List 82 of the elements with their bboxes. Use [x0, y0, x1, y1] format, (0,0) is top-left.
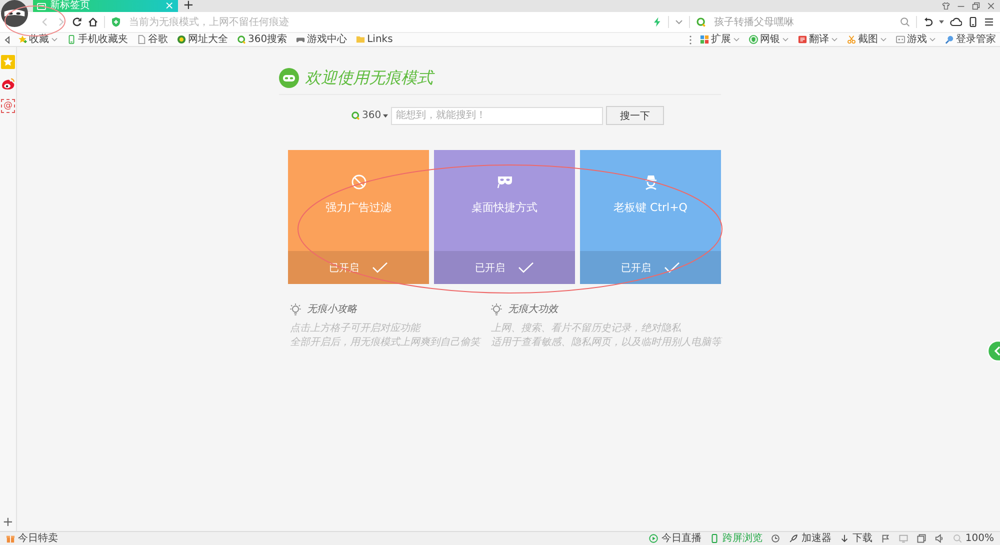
lightbulb-icon: [491, 302, 502, 316]
restore-icon[interactable]: [972, 2, 980, 10]
circle-logo-icon: [177, 35, 186, 44]
tip-heading: 无痕大功效: [508, 302, 558, 316]
phone-icon: [67, 35, 76, 44]
tip-text: 上网、搜索、看片不留历史记录，绝对隐私: [491, 322, 682, 336]
bookmark-item[interactable]: 谷歌: [137, 33, 168, 46]
grid-icon: [700, 35, 709, 44]
refresh-icon[interactable]: [72, 17, 82, 27]
hat-person-icon: [642, 174, 658, 190]
status-item[interactable]: 下载: [840, 532, 872, 545]
caret-icon[interactable]: [939, 20, 944, 24]
new-tab-button[interactable]: +: [178, 0, 199, 12]
zoom-icon: [953, 534, 962, 543]
scissors-icon: [847, 35, 856, 44]
star-icon: [18, 35, 27, 44]
shirt-icon[interactable]: [942, 2, 950, 10]
search-input[interactable]: 能想到，就能搜到！: [391, 106, 604, 124]
ring-icon: [696, 17, 706, 27]
bookmark-item[interactable]: 游戏中心: [296, 33, 348, 46]
menu-icon[interactable]: [984, 17, 994, 27]
rocket-icon: [789, 534, 798, 543]
toolbar-tool[interactable]: 游戏: [896, 33, 936, 46]
speaker-icon[interactable]: [935, 534, 944, 543]
add-button[interactable]: +: [2, 516, 14, 529]
download-icon: [840, 534, 850, 543]
document-icon: [137, 35, 146, 44]
collapse-icon[interactable]: [4, 36, 10, 44]
game-box-icon: [896, 35, 905, 44]
phone-icon: [710, 534, 720, 543]
mask-logo-icon: [279, 68, 299, 88]
bookmark-item[interactable]: 360搜索: [237, 33, 288, 46]
star-icon[interactable]: [1, 55, 15, 69]
ring-icon: [237, 35, 246, 44]
status-label: 已开启: [621, 262, 651, 274]
toolbar-tool[interactable]: 截图: [847, 33, 887, 46]
mask-icon: [496, 174, 512, 190]
toolbar-tool[interactable]: 登录管家: [945, 33, 996, 46]
lightbulb-icon: [290, 302, 301, 316]
folder-icon: [356, 35, 366, 44]
bookmark-item[interactable]: 手机收藏夹: [67, 33, 128, 46]
status-item[interactable]: 加速器: [789, 532, 832, 545]
status-label: 已开启: [475, 262, 505, 274]
phone-icon[interactable]: [968, 17, 978, 27]
ring-icon: [351, 111, 360, 120]
magnifier-icon: [945, 35, 954, 44]
cloud-icon[interactable]: [950, 17, 962, 27]
window-icon[interactable]: [917, 534, 926, 543]
engine-dropdown[interactable]: 360: [351, 110, 388, 121]
gamepad-icon: [296, 35, 306, 44]
gift-icon: [6, 534, 15, 543]
shield-icon: [111, 17, 121, 27]
caret-icon: [383, 114, 388, 118]
tip-heading: 无痕小攻略: [307, 302, 357, 316]
no-entry-icon: [350, 174, 366, 190]
status-item[interactable]: 今日直播: [649, 532, 702, 545]
bookmark-item[interactable]: Links: [356, 33, 393, 46]
search-icon[interactable]: [900, 17, 910, 27]
bookmark-item[interactable]: 网址大全: [177, 33, 228, 46]
search-button[interactable]: 搜一下: [606, 106, 664, 125]
flag-icon[interactable]: [881, 534, 890, 543]
mail-button[interactable]: @: [1, 99, 15, 113]
home-icon[interactable]: [88, 17, 98, 27]
close-icon[interactable]: [987, 2, 995, 10]
undo-icon[interactable]: [923, 17, 933, 27]
toolbar-tool[interactable]: 网银: [749, 33, 789, 46]
tip-text: 适用于查看敏感、隐私网页，以及临时用别人电脑等: [491, 336, 721, 350]
clock-icon[interactable]: [771, 534, 780, 543]
tip-text: 全部开启后，用无痕模式上网爽到自己偷笑: [290, 336, 482, 350]
status-item[interactable]: 今日特卖: [6, 532, 58, 545]
play-icon: [649, 534, 658, 543]
toolbar-tool[interactable]: 扩展: [700, 33, 740, 46]
page-title: 欢迎使用无痕模式: [305, 68, 433, 88]
shield-icon: [749, 35, 758, 44]
bookmark-item[interactable]: 收藏: [18, 33, 58, 46]
tip-text: 点击上方格子可开启对应功能: [290, 322, 422, 336]
status-item[interactable]: 100%: [953, 532, 994, 545]
chevron-down-icon[interactable]: [675, 19, 683, 25]
page-icon: [37, 2, 46, 10]
more-icon[interactable]: [689, 34, 692, 44]
eye-icon[interactable]: [1, 77, 15, 91]
toolbar-tool[interactable]: 翻译: [798, 33, 838, 46]
